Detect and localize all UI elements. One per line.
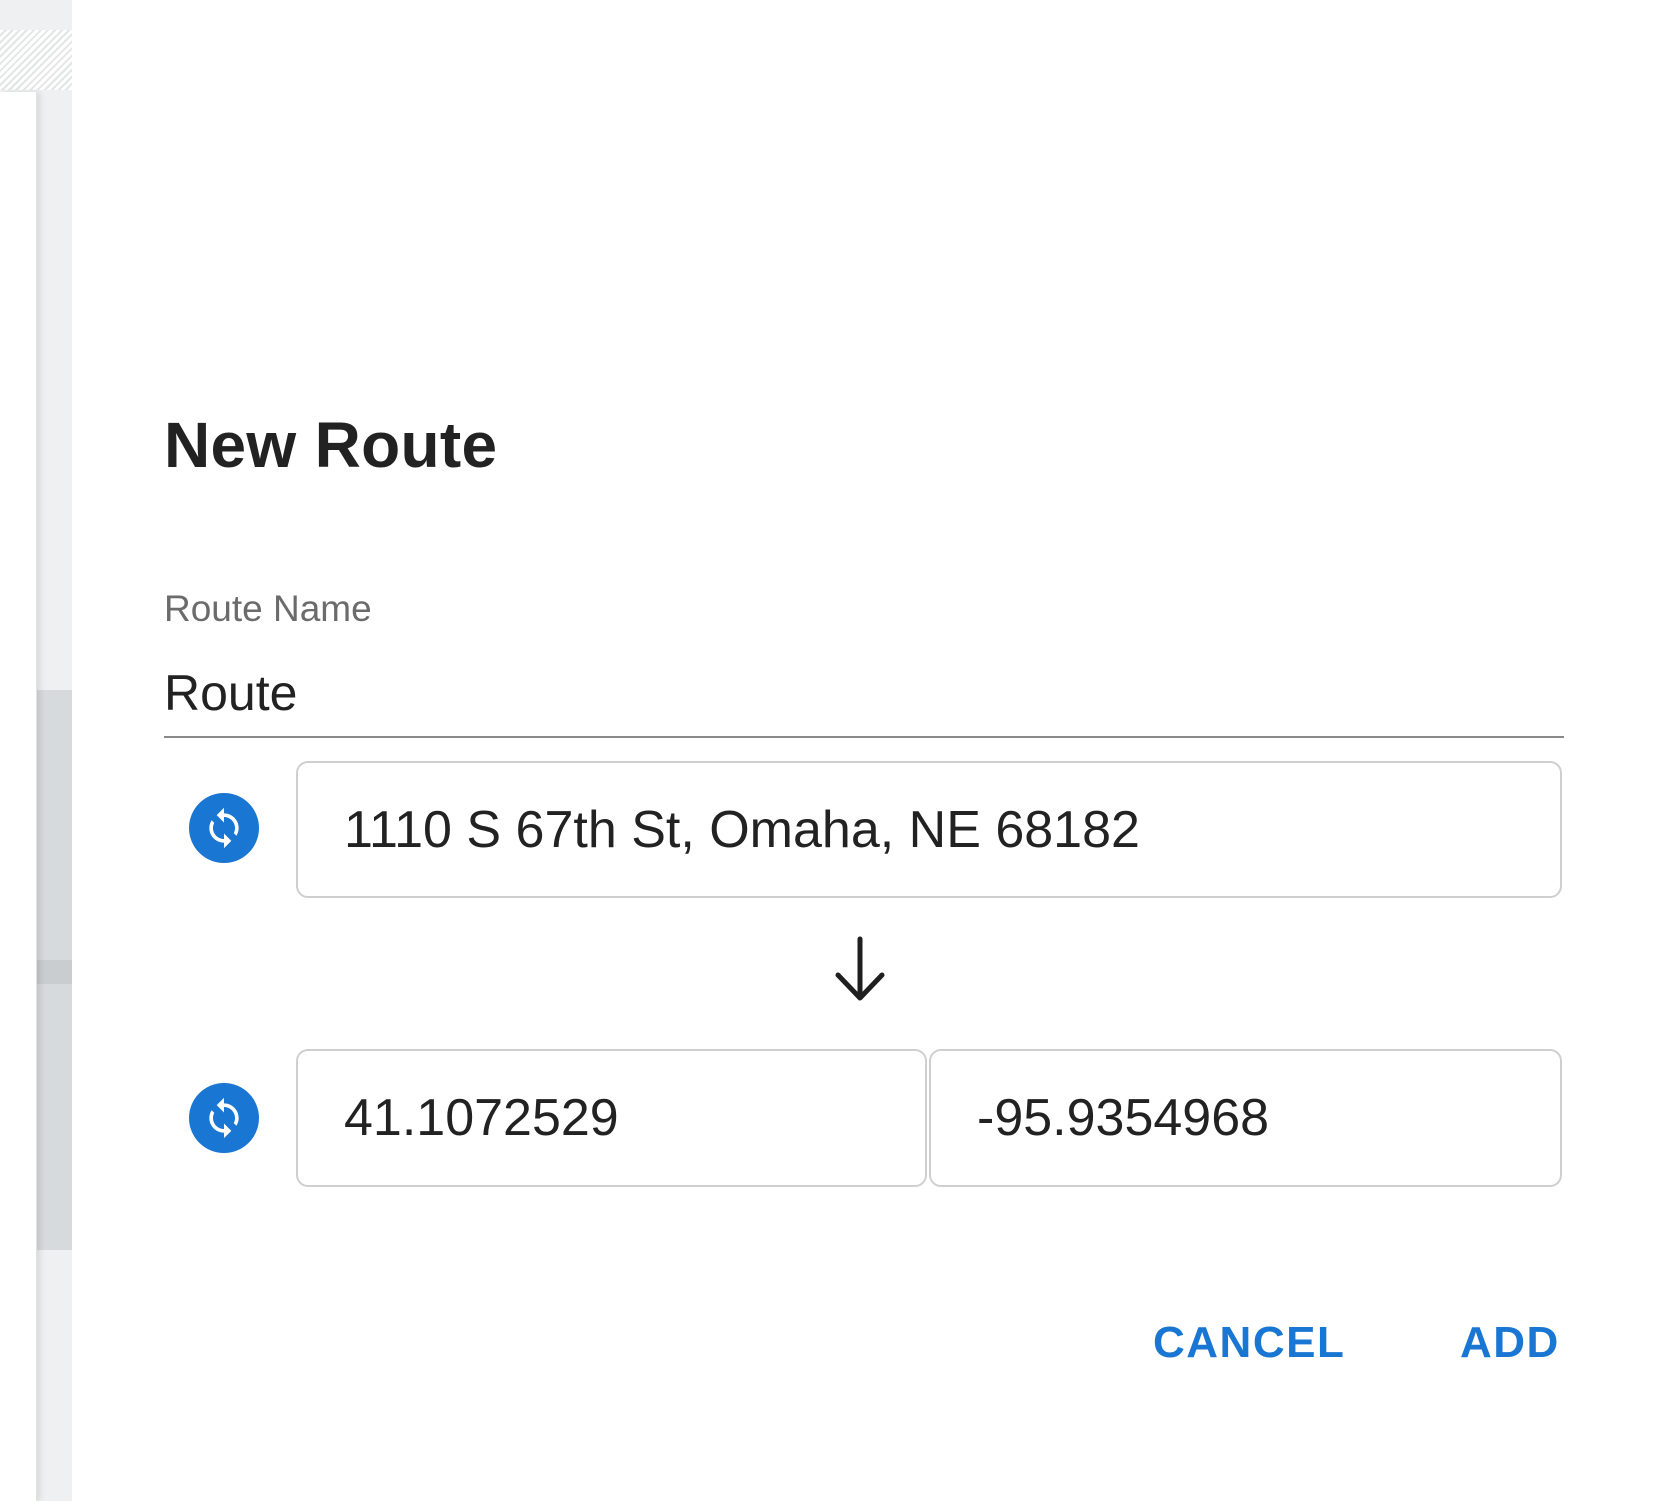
arrow-down-icon: [835, 936, 885, 1001]
map-hatch-area: [0, 30, 72, 90]
add-button[interactable]: ADD: [1460, 1318, 1560, 1368]
sync-icon: [209, 807, 239, 849]
cancel-button[interactable]: CANCEL: [1153, 1318, 1345, 1368]
route-name-label: Route Name: [164, 588, 372, 629]
background-side-panel: [0, 92, 37, 1501]
new-route-dialog: New Route Route Name CANCEL ADD: [72, 0, 1659, 1501]
map-road: [36, 960, 72, 984]
destination-longitude-input[interactable]: [929, 1049, 1562, 1187]
origin-geocode-button[interactable]: [189, 793, 259, 863]
destination-geocode-button[interactable]: [189, 1083, 259, 1153]
origin-address-input[interactable]: [296, 761, 1562, 898]
sync-icon: [209, 1097, 239, 1139]
route-name-input[interactable]: [164, 650, 1564, 738]
destination-latitude-input[interactable]: [296, 1049, 927, 1187]
dialog-title: New Route: [164, 409, 498, 481]
